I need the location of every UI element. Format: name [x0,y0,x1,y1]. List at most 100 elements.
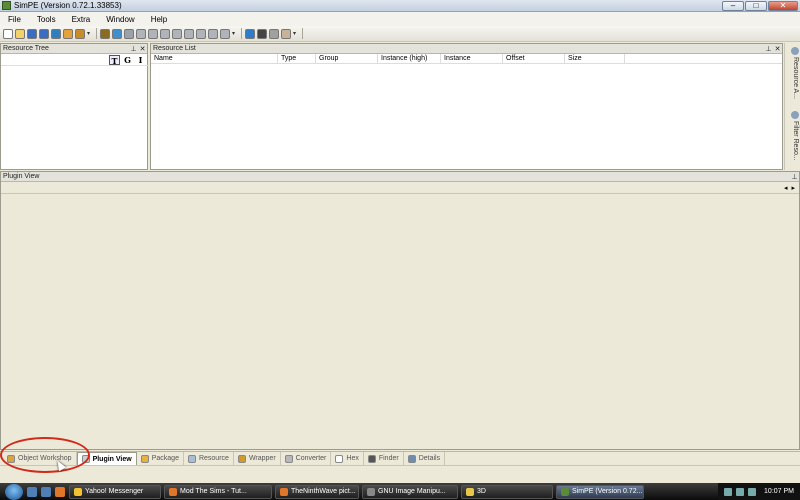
taskbar-button-label: 3D [477,488,486,495]
quicklaunch-browser-icon[interactable] [55,486,65,497]
close-icon[interactable]: ✕ [138,45,147,53]
clock[interactable]: 10:07 PM [764,488,794,495]
column-offset[interactable]: Offset [503,54,565,63]
tab-converter[interactable]: Converter [281,452,332,465]
window-controls: – □ ✕ [722,0,798,11]
lock-icon[interactable] [100,28,110,39]
system-tray: 10:07 PM [718,483,800,500]
tab-hex[interactable]: Hex [331,452,364,465]
column-instance-high[interactable]: Instance (high) [378,54,441,63]
column-group[interactable]: Group [316,54,378,63]
plugin-view-panel: Plugin View ⊥ ◂ ▸ [0,171,800,450]
pages2-icon[interactable] [184,28,194,39]
column-name[interactable]: Name [151,54,278,63]
package-icon[interactable] [75,28,85,39]
tab-label: Object Workshop [18,455,72,462]
tab-icon [407,454,416,463]
stack-icon[interactable] [148,28,158,39]
side-tab-label: Resource A... [792,57,799,100]
new-icon[interactable] [3,28,13,39]
toolbar-overflow-icon[interactable]: ▾ [87,29,93,39]
menu-file[interactable]: File [0,15,29,24]
pages3-icon[interactable] [196,28,206,39]
monitor-icon[interactable] [208,28,218,39]
menu-window[interactable]: Window [98,15,142,24]
column-size[interactable]: Size [565,54,625,63]
tag-icon[interactable] [281,28,291,39]
tree-sort-toolbar: T G I [1,54,149,66]
toolbar-overflow-icon[interactable]: ▾ [293,29,299,39]
side-tab-filter-resources[interactable]: Filter Reso... [787,111,799,161]
cube-icon[interactable] [160,28,170,39]
save-as-icon[interactable] [39,28,49,39]
taskbar-button[interactable]: SimPE (Version 0.72.... [556,484,644,499]
taskbar-button-label: Mod The Sims - Tut... [180,488,247,495]
app-icon [169,487,177,496]
tab-details[interactable]: Details [404,452,446,465]
menu-help[interactable]: Help [143,15,175,24]
maximize-button[interactable]: □ [745,0,767,11]
tab-plugin-view[interactable]: Plugin View [76,452,137,465]
scroll-right-icon[interactable]: ▸ [791,184,795,192]
taskbar-button[interactable]: Mod The Sims - Tut... [164,484,272,499]
tab-label: Wrapper [248,455,276,462]
quicklaunch-desktop-icon[interactable] [27,486,37,497]
pin-icon[interactable]: ⊥ [764,45,773,53]
network-icon[interactable] [724,487,733,496]
taskbar-button-label: Yahoo! Messenger [85,488,144,495]
column-type[interactable]: Type [278,54,316,63]
toolbar-separator [241,28,242,39]
tab-package[interactable]: Package [137,452,184,465]
grid-icon[interactable] [136,28,146,39]
tab-label: Resource [198,455,229,462]
tab-finder[interactable]: Finder [364,452,404,465]
close-icon[interactable]: ✕ [773,45,782,53]
resource-list-panel: Resource List ⊥ ✕ Name Type Group Instan… [150,43,783,170]
close-button[interactable]: ✕ [768,0,798,11]
toolbar-overflow-icon[interactable]: ▾ [232,29,238,39]
sort-by-type-button[interactable]: T [109,54,120,66]
taskbar-button[interactable]: Yahoo! Messenger [69,484,161,499]
resource-tree-panel: Resource Tree ⊥ ✕ T G I [0,43,149,170]
volume-icon[interactable] [736,487,745,496]
window-title: SimPE (Version 0.72.1.33853) [14,1,122,10]
quicklaunch-switch-icon[interactable] [41,486,51,497]
side-tab-resource-actions[interactable]: Resource A... [787,47,799,99]
menu-bar: File Tools Extra Window Help [0,12,800,26]
open-icon[interactable] [15,28,25,39]
refresh-icon[interactable] [245,28,255,39]
pin-icon[interactable]: ⊥ [790,173,799,181]
minimize-button[interactable]: – [722,0,744,11]
column-instance[interactable]: Instance [441,54,503,63]
tab-wrapper[interactable]: Wrapper [234,452,281,465]
screen-icon[interactable] [220,28,230,39]
globe-icon[interactable] [51,28,61,39]
pin-icon[interactable]: ⊥ [129,45,138,53]
start-button[interactable] [5,483,23,500]
users-icon[interactable] [63,28,73,39]
person-icon[interactable] [257,28,267,39]
export-icon[interactable] [112,28,122,39]
taskbar-button[interactable]: GNU Image Manipu... [362,484,458,499]
taskbar-buttons: Yahoo! Messenger Mod The Sims - Tut... The… [69,484,647,499]
car-icon[interactable] [124,28,134,39]
plugin-view-title: Plugin View [3,173,40,180]
column-headers: Name Type Group Instance (high) Instance… [151,54,782,64]
menu-tools[interactable]: Tools [29,15,64,24]
sort-by-group-button[interactable]: G [122,55,133,65]
scroll-left-icon[interactable]: ◂ [784,184,788,192]
sort-by-instance-button[interactable]: I [135,55,146,65]
title-bar: SimPE (Version 0.72.1.33853) – □ ✕ [0,0,800,12]
app-icon [466,487,474,496]
save-icon[interactable] [27,28,37,39]
tab-resource[interactable]: Resource [184,452,234,465]
menu-extra[interactable]: Extra [64,15,99,24]
tray-app-icon[interactable] [748,487,757,496]
tab-object-workshop[interactable]: Object Workshop [3,452,77,465]
taskbar-button-label: SimPE (Version 0.72.... [572,488,644,495]
taskbar-button[interactable]: TheNinthWave pict... [275,484,359,499]
cross-icon[interactable] [269,28,279,39]
pages-icon[interactable] [172,28,182,39]
taskbar-button[interactable]: 3D [461,484,553,499]
app-icon [561,487,569,496]
